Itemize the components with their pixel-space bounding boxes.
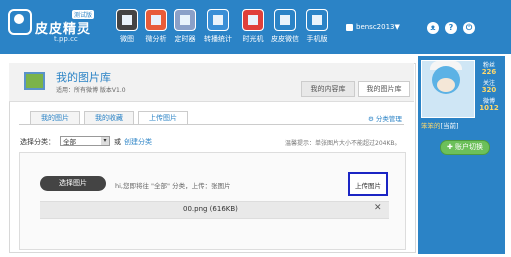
create-category-link[interactable]: 创建分类 bbox=[124, 137, 152, 147]
following-count: 320 bbox=[481, 86, 497, 94]
weibo-count: 1012 bbox=[479, 104, 499, 112]
nav-timer[interactable]: 定时器 bbox=[170, 9, 200, 44]
nickname: 笨笨的[当前] bbox=[421, 122, 459, 130]
pie-chart-icon bbox=[145, 9, 167, 31]
spiral-icon bbox=[242, 9, 264, 31]
upload-button[interactable]: 上传图片 bbox=[348, 172, 388, 196]
category-manage-link[interactable]: ⚙ 分类管理 bbox=[368, 113, 402, 123]
page-title: 我的图片库 bbox=[56, 71, 111, 84]
pp-chat-icon bbox=[274, 9, 296, 31]
camera-icon bbox=[116, 9, 138, 31]
mobile-icon bbox=[306, 9, 328, 31]
user-menu[interactable]: bensc2013▼ bbox=[356, 23, 400, 31]
power-icon[interactable]: ⏻ bbox=[463, 22, 475, 34]
tab-my-images[interactable]: 我的图片 bbox=[30, 111, 80, 125]
or-text: 或 bbox=[114, 138, 121, 146]
upload-tip: hi,您即将往 "全部" 分类，上传：张图片 bbox=[115, 182, 231, 190]
file-name: 00.png (616KB) bbox=[183, 205, 238, 213]
help-icon[interactable]: ? bbox=[445, 22, 457, 34]
gear-icon: ⚙ bbox=[368, 115, 376, 123]
size-hint: 温馨提示：单张图片大小不能超过204KB。 bbox=[285, 140, 401, 147]
select-label: 选择分类： bbox=[20, 138, 55, 146]
current-tag: [当前] bbox=[440, 122, 459, 130]
leaf-icon: ✚ bbox=[446, 143, 456, 151]
tab-content-library[interactable]: 我的内容库 bbox=[301, 81, 355, 97]
image-library-icon bbox=[24, 72, 45, 90]
nav-mobile[interactable]: 手机版 bbox=[302, 9, 332, 44]
switch-account-button[interactable]: ✚ 账户切换 bbox=[440, 140, 490, 155]
clock-icon bbox=[174, 9, 196, 31]
logo-mark bbox=[14, 14, 24, 24]
line-chart-icon bbox=[207, 9, 229, 31]
page-subtitle: 适用：所有微博 版本V1.0 bbox=[56, 87, 126, 94]
bear-icon[interactable]: ᴥ bbox=[427, 22, 439, 34]
nav-repost-stats[interactable]: 转播统计 bbox=[203, 9, 233, 44]
brand-url: t.pp.cc bbox=[54, 35, 78, 43]
avatar-face bbox=[437, 78, 455, 92]
fans-count: 226 bbox=[481, 68, 497, 76]
tab-upload-images[interactable]: 上传图片 bbox=[138, 111, 188, 125]
user-icon bbox=[346, 24, 353, 31]
chevron-down-icon[interactable]: ▾ bbox=[101, 137, 109, 145]
tab-image-library[interactable]: 我的图片库 bbox=[358, 81, 410, 97]
beta-badge: 测试版 bbox=[72, 10, 95, 19]
tab-my-favorites[interactable]: 我的收藏 bbox=[84, 111, 134, 125]
close-icon[interactable]: ✕ bbox=[374, 203, 382, 213]
choose-images-button[interactable]: 选择图片 bbox=[40, 176, 106, 191]
tab-divider bbox=[19, 124, 404, 125]
